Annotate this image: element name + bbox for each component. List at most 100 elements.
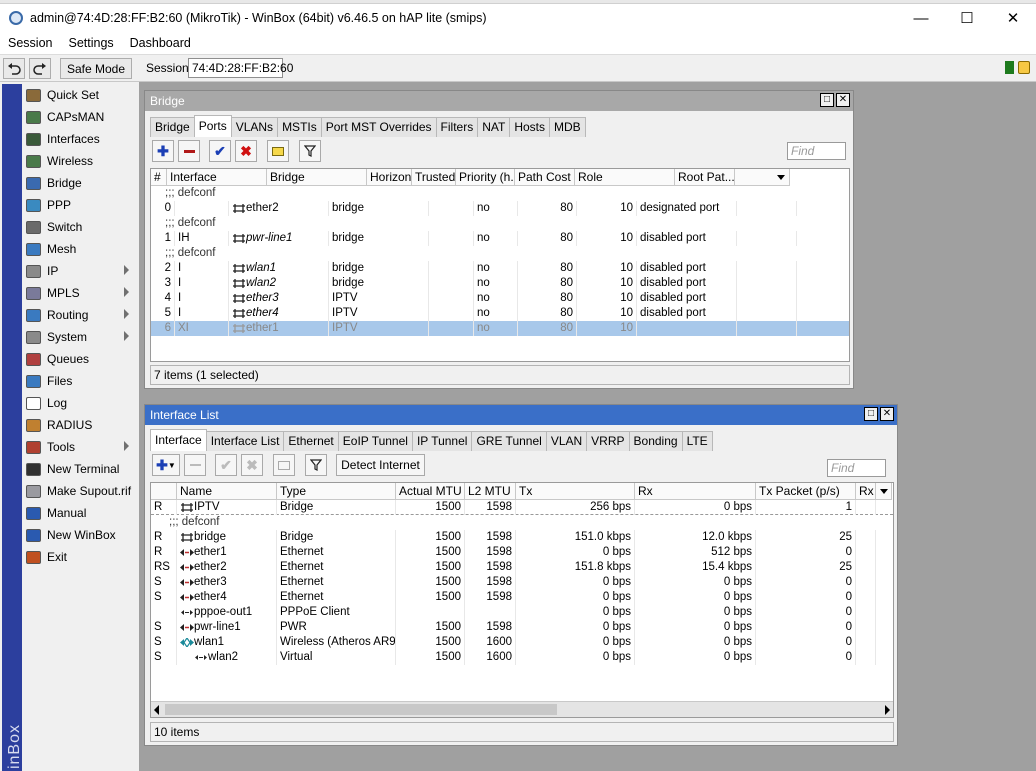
tab-ports[interactable]: Ports [193,115,232,137]
bridge-find-input[interactable]: Find [787,142,846,160]
column-header[interactable]: L2 MTU [465,483,516,500]
column-header[interactable]: Type [277,483,396,500]
interface-window-title[interactable]: Interface List [145,405,897,425]
comment-row[interactable]: ;;; defconf [151,246,849,261]
column-header[interactable]: Bridge [267,169,367,186]
disable-interface-button[interactable]: ✖ [241,454,263,476]
tab-interface-list[interactable]: Interface List [205,431,285,451]
table-row[interactable]: Rether1 Ethernet 1500 1598 0 bps 512 bps 0 [151,545,893,560]
table-row[interactable]: pppoe-out1 PPPoE Client 0 bps 0 bps 0 [151,605,893,620]
tab-filters[interactable]: Filters [435,117,479,137]
table-row[interactable]: R IPTV Bridge 1500 1598 256 bps 0 bps 1 [151,500,893,515]
tab-hosts[interactable]: Hosts [509,117,551,137]
tab-gre-tunnel[interactable]: GRE Tunnel [471,431,547,451]
table-row[interactable]: Sether3 Ethernet 1500 1598 0 bps 0 bps 0 [151,575,893,590]
sidebar-item-new-terminal[interactable]: New Terminal [22,458,139,480]
sidebar-item-quick-set[interactable]: Quick Set [22,84,139,106]
column-header[interactable]: Root Pat... [675,169,735,186]
remove-interface-button[interactable] [184,454,206,476]
tab-ethernet[interactable]: Ethernet [283,431,339,451]
sidebar-item-radius[interactable]: RADIUS [22,414,139,436]
sidebar-item-queues[interactable]: Queues [22,348,139,370]
sidebar-item-make-supout-rif[interactable]: Make Supout.rif [22,480,139,502]
scroll-right-icon[interactable] [885,705,890,715]
column-header[interactable]: Path Cost [515,169,575,186]
column-header[interactable]: Tx Packet (p/s) [756,483,856,500]
comment-button[interactable] [267,140,289,162]
sidebar-item-capsman[interactable]: CAPsMAN [22,106,139,128]
column-header[interactable]: Actual MTU [396,483,465,500]
horizontal-scrollbar[interactable] [151,701,893,717]
sidebar-item-exit[interactable]: Exit [22,546,139,568]
tab-lte[interactable]: LTE [681,431,713,451]
tab-vlan[interactable]: VLAN [545,431,588,451]
table-row[interactable]: Swlan1 Wireless (Atheros AR9... 1500 1600 0 … [151,635,893,650]
column-chooser[interactable] [876,483,892,500]
comment-interface-button[interactable] [273,454,295,476]
column-chooser[interactable] [735,169,790,186]
column-header[interactable]: Rx [635,483,756,500]
tab-eoip-tunnel[interactable]: EoIP Tunnel [337,431,413,451]
table-row[interactable]: 5 Iether4 IPTV no 80 10 disabled port [151,306,849,321]
table-row[interactable]: Sether4 Ethernet 1500 1598 0 bps 0 bps 0 [151,590,893,605]
enable-interface-button[interactable]: ✔ [215,454,237,476]
tab-bridge[interactable]: Bridge [150,117,195,137]
add-interface-button[interactable]: ✚ ▼ [152,454,180,476]
column-header[interactable]: Name [177,483,277,500]
undo-button[interactable] [3,58,25,79]
sidebar-item-mpls[interactable]: MPLS [22,282,139,304]
sidebar-item-new-winbox[interactable]: New WinBox [22,524,139,546]
sidebar-item-files[interactable]: Files [22,370,139,392]
table-row[interactable]: Rbridge Bridge 1500 1598 151.0 kbps 12.0 kbps… [151,530,893,545]
tab-vlans[interactable]: VLANs [230,117,279,137]
table-row[interactable]: 1 IH pwr-line1 bridge no 80 10 disabled port [151,231,849,246]
table-row[interactable]: 6 XI ether1 IPTV no 80 10 [151,321,849,336]
sidebar-item-routing[interactable]: Routing [22,304,139,326]
safe-mode-button[interactable]: Safe Mode [60,58,132,79]
table-row[interactable]: Swlan2 Virtual 1500 1600 0 bps 0 bps 0 [151,650,893,665]
column-header[interactable]: Role [575,169,675,186]
column-header[interactable]: Trusted [412,169,456,186]
column-header[interactable]: Rx [856,483,876,500]
sidebar-item-tools[interactable]: Tools [22,436,139,458]
table-row[interactable]: Spwr-line1 PWR 1500 1598 0 bps 0 bps 0 [151,620,893,635]
interface-maximize-button[interactable]: □ [864,407,878,421]
sidebar-item-ppp[interactable]: PPP [22,194,139,216]
column-header[interactable]: Interface [167,169,267,186]
bridge-close-button[interactable]: ✕ [836,93,850,107]
menu-session[interactable]: Session [0,36,60,50]
tab-vrrp[interactable]: VRRP [586,431,630,451]
enable-button[interactable]: ✔ [209,140,231,162]
tab-bonding[interactable]: Bonding [628,431,683,451]
column-header[interactable]: Horizon [367,169,412,186]
column-header[interactable]: # [151,169,167,186]
sidebar-item-log[interactable]: Log [22,392,139,414]
detect-internet-button[interactable]: Detect Internet [336,454,425,476]
scroll-left-icon[interactable] [154,705,159,715]
interface-close-button[interactable]: ✕ [880,407,894,421]
sidebar-item-switch[interactable]: Switch [22,216,139,238]
tab-port-mst-overrides[interactable]: Port MST Overrides [320,117,437,137]
minimize-button[interactable]: — [898,4,944,32]
column-header[interactable]: Priority (h... [456,169,515,186]
close-button[interactable]: ✕ [990,4,1036,32]
sidebar-item-ip[interactable]: IP [22,260,139,282]
scroll-thumb[interactable] [165,704,557,715]
table-row[interactable]: 0 ether2 bridge no 80 10 designated port [151,201,849,216]
menu-dashboard[interactable]: Dashboard [122,36,199,50]
filter-interface-button[interactable] [305,454,327,476]
comment-row[interactable]: ;;; defconf [151,216,849,231]
column-header[interactable]: Tx [516,483,635,500]
maximize-button[interactable]: ☐ [944,4,990,32]
bridge-window-title[interactable]: Bridge [145,91,853,111]
sidebar-item-mesh[interactable]: Mesh [22,238,139,260]
column-header[interactable] [151,483,177,500]
table-row[interactable]: 3 Iwlan2 bridge no 80 10 disabled port [151,276,849,291]
remove-button[interactable] [178,140,200,162]
interface-find-input[interactable]: Find [827,459,886,477]
tab-nat[interactable]: NAT [477,117,511,137]
sidebar-item-wireless[interactable]: Wireless [22,150,139,172]
sidebar-item-system[interactable]: System [22,326,139,348]
session-field[interactable]: 74:4D:28:FF:B2:60 [188,58,293,78]
disable-button[interactable]: ✖ [235,140,257,162]
